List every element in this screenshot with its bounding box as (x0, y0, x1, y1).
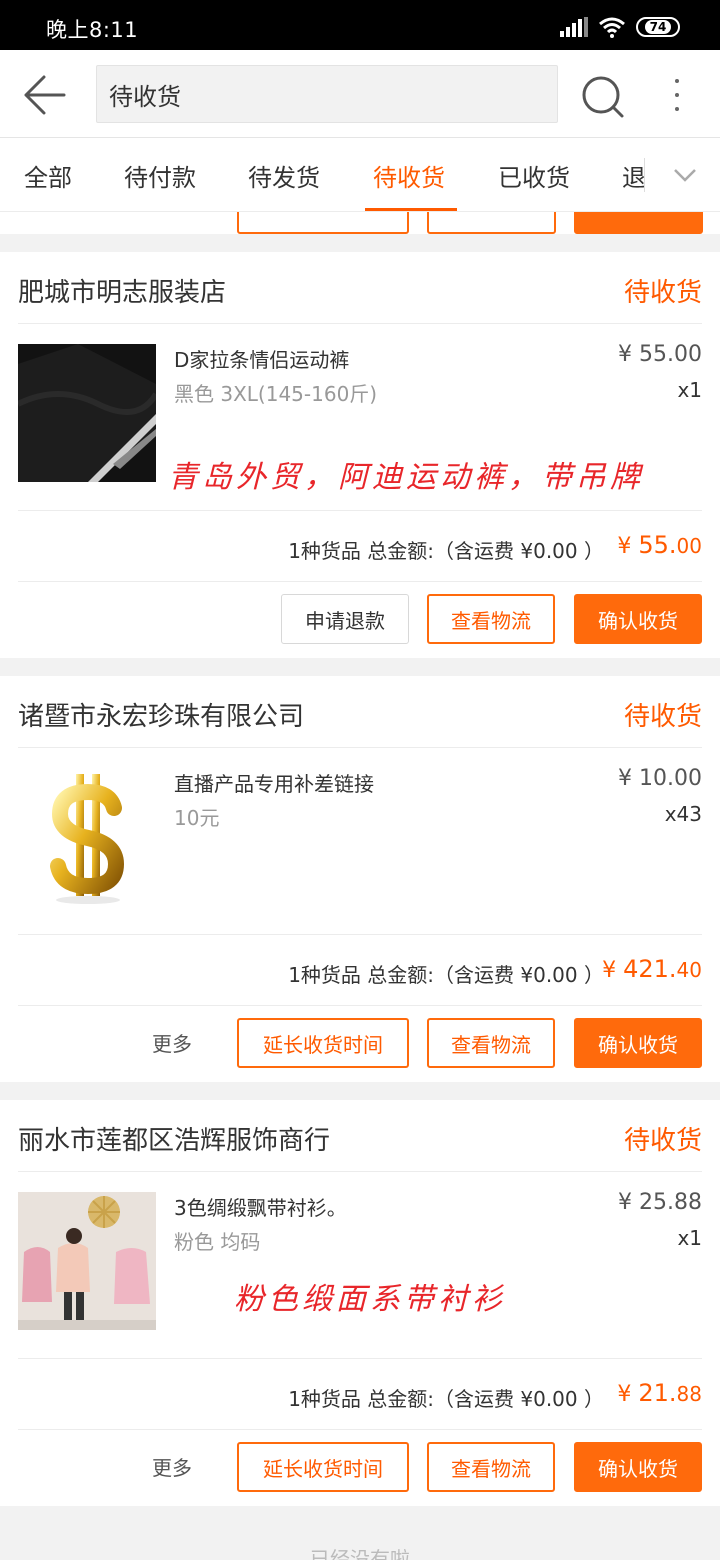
order-tabs: 全部 待付款 待发货 待收货 已收货 退 (0, 138, 720, 212)
dollar-sign-icon (18, 768, 156, 906)
product-quantity: x1 (677, 1226, 702, 1250)
product-quantity: x1 (677, 378, 702, 402)
chevron-down-icon[interactable] (672, 162, 698, 188)
order-summary: 1种货品 总金额:（含运费 ¥0.00 ） ¥ 421.40 (18, 934, 702, 1006)
shop-name[interactable]: 丽水市莲都区浩辉服饰商行 (18, 1120, 330, 1157)
order-status: 待收货 (623, 278, 702, 308)
status-bar: 晚上8:11 74 (0, 0, 720, 50)
tab-all[interactable]: 全部 (24, 158, 72, 193)
search-input-value: 待收货 (109, 82, 181, 111)
product-row[interactable]: 3色绸缎飘带衬衫。 粉色 均码 ¥ 25.88 x1 粉色缎面系带衬衫 (18, 1172, 702, 1358)
tab-received[interactable]: 已收货 (498, 158, 570, 193)
product-thumbnail[interactable] (18, 1192, 156, 1330)
back-arrow-icon (24, 75, 66, 115)
shop-name[interactable]: 肥城市明志服装店 (18, 272, 226, 309)
order-actions: 申请退款 查看物流 确认收货 (18, 582, 702, 658)
order-card-header: 诸暨市永宏珍珠有限公司 待收货 (18, 676, 702, 748)
product-spec: 10元 (174, 806, 220, 830)
extend-receipt-time-button[interactable]: 延长收货时间 (237, 1442, 409, 1492)
signal-icon (560, 17, 588, 37)
summary-text: 1种货品 总金额:（含运费 ¥0.00 ） (288, 963, 604, 987)
product-thumbnail[interactable] (18, 768, 156, 906)
previous-order-card-partial (0, 212, 720, 234)
summary-text: 1种货品 总金额:（含运费 ¥0.00 ） (288, 539, 604, 563)
tab-pending-shipment[interactable]: 待发货 (248, 158, 320, 193)
back-button[interactable] (18, 70, 70, 120)
more-link[interactable]: 更多 (152, 1452, 192, 1481)
product-price: ¥ 10.00 (618, 766, 702, 791)
product-title: 直播产品专用补差链接 (174, 772, 374, 796)
partial-button[interactable] (237, 212, 409, 234)
order-summary: 1种货品 总金额:（含运费 ¥0.00 ） ¥ 55.00 (18, 510, 702, 582)
search-input[interactable]: 待收货 (96, 65, 558, 123)
battery-level: 74 (644, 20, 672, 34)
product-row[interactable]: 直播产品专用补差链接 10元 ¥ 10.00 x43 (18, 748, 702, 934)
order-actions: 更多 延长收货时间 查看物流 确认收货 (18, 1006, 702, 1082)
handwritten-note: 粉色缎面系带衬衫 (234, 1282, 506, 1317)
view-logistics-button[interactable]: 查看物流 (427, 1442, 555, 1492)
product-spec: 粉色 均码 (174, 1230, 261, 1254)
search-button[interactable] (578, 72, 628, 122)
order-card-header: 肥城市明志服装店 待收货 (18, 252, 702, 324)
search-icon (582, 76, 624, 118)
extend-receipt-time-button[interactable]: 延长收货时间 (237, 1018, 409, 1068)
view-logistics-button[interactable]: 查看物流 (427, 594, 555, 644)
status-time: 晚上8:11 (46, 18, 139, 42)
order-summary: 1种货品 总金额:（含运费 ¥0.00 ） ¥ 21.88 (18, 1358, 702, 1430)
order-card: 丽水市莲都区浩辉服饰商行 待收货 3色绸缎飘带衬衫。 粉色 均码 ¥ 25.88… (0, 1100, 720, 1506)
confirm-receipt-button[interactable]: 确认收货 (574, 1442, 702, 1492)
tab-divider (644, 158, 645, 192)
product-price: ¥ 55.00 (618, 342, 702, 367)
partial-button[interactable] (574, 212, 703, 234)
more-vertical-icon[interactable] (662, 70, 692, 120)
tab-pending-receipt[interactable]: 待收货 (373, 158, 445, 193)
confirm-receipt-button[interactable]: 确认收货 (574, 594, 702, 644)
order-total: ¥ 421.40 (602, 955, 702, 983)
view-logistics-button[interactable]: 查看物流 (427, 1018, 555, 1068)
product-price: ¥ 25.88 (618, 1190, 702, 1215)
order-card: 肥城市明志服装店 待收货 D家拉条情侣运动裤 黑色 3XL(145-160斤) … (0, 252, 720, 658)
tab-refund[interactable]: 退 (622, 158, 646, 193)
wifi-icon (599, 17, 625, 38)
more-link[interactable]: 更多 (152, 1028, 192, 1057)
header-bar: 待收货 (0, 50, 720, 138)
order-total: ¥ 21.88 (617, 1379, 702, 1407)
order-actions: 更多 延长收货时间 查看物流 确认收货 (18, 1430, 702, 1506)
order-status: 待收货 (623, 702, 702, 732)
product-thumbnail[interactable] (18, 344, 156, 482)
order-status: 待收货 (623, 1126, 702, 1156)
product-title: 3色绸缎飘带衬衫。 (174, 1196, 347, 1220)
product-row[interactable]: D家拉条情侣运动裤 黑色 3XL(145-160斤) ¥ 55.00 x1 青岛… (18, 324, 702, 510)
handwritten-note: 青岛外贸，阿迪运动裤，带吊牌 (168, 460, 644, 495)
end-of-list-text: 已经没有啦 (310, 1547, 410, 1560)
summary-text: 1种货品 总金额:（含运费 ¥0.00 ） (288, 1387, 604, 1411)
shop-name[interactable]: 诸暨市永宏珍珠有限公司 (18, 696, 304, 733)
refund-button[interactable]: 申请退款 (281, 594, 409, 644)
confirm-receipt-button[interactable]: 确认收货 (574, 1018, 702, 1068)
battery-icon: 74 (636, 17, 680, 37)
product-title: D家拉条情侣运动裤 (174, 348, 350, 372)
partial-button[interactable] (427, 212, 556, 234)
order-card: 诸暨市永宏珍珠有限公司 待收货 直播产品专用补差链接 10元 ¥ 10.00 x… (0, 676, 720, 1082)
tab-pending-payment[interactable]: 待付款 (124, 158, 196, 193)
order-card-header: 丽水市莲都区浩辉服饰商行 待收货 (18, 1100, 702, 1172)
product-quantity: x43 (664, 802, 702, 826)
order-total: ¥ 55.00 (617, 531, 702, 559)
product-spec: 黑色 3XL(145-160斤) (174, 382, 378, 406)
